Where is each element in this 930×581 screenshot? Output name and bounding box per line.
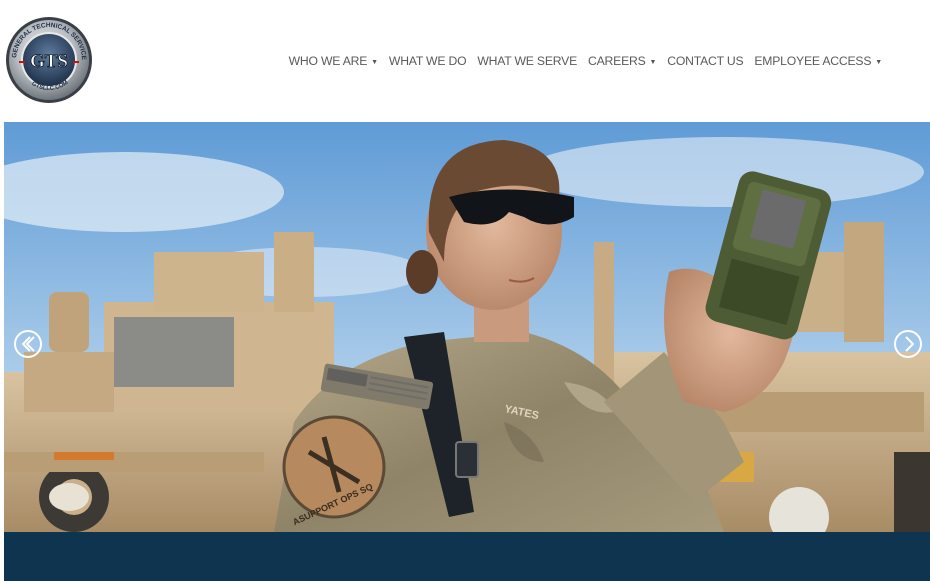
nav-what-we-do[interactable]: WHAT WE DO: [388, 54, 467, 68]
gts-logo[interactable]: GENERAL TECHNICAL SERVICES, LLC GTSLLC.C…: [5, 16, 93, 104]
prev-slide-button[interactable]: [13, 329, 43, 359]
caret-down-icon: ▼: [649, 59, 657, 66]
nav-what-we-serve[interactable]: WHAT WE SERVE: [477, 54, 577, 68]
nav-who-we-are-label: WHO WE ARE: [288, 54, 368, 68]
chevron-left-circle-icon: [14, 330, 42, 358]
nav-what-we-serve-label: WHAT WE SERVE: [477, 54, 578, 68]
logo-center-text: GTS: [30, 51, 68, 72]
nav-who-we-are[interactable]: WHO WE ARE ▼: [288, 54, 379, 68]
hero-slider[interactable]: ASUPPORT OPS SQ YATES: [4, 122, 930, 532]
chevron-right-circle-icon: [894, 330, 922, 358]
nav-what-we-do-label: WHAT WE DO: [388, 54, 467, 68]
caret-down-icon: ▼: [371, 59, 378, 66]
nav-employee-access[interactable]: EMPLOYEE ACCESS ▼: [754, 54, 882, 68]
footer-band: [4, 532, 930, 581]
nav-contact-us-label: CONTACT US: [667, 54, 744, 68]
main-nav: WHO WE ARE ▼ WHAT WE DO WHAT WE SERVE CAR…: [288, 54, 883, 68]
nav-careers-label: CAREERS: [588, 54, 646, 68]
nav-employee-access-label: EMPLOYEE ACCESS: [754, 54, 872, 68]
hero-image: ASUPPORT OPS SQ YATES: [4, 122, 930, 532]
caret-down-icon: ▼: [875, 59, 882, 66]
nav-contact-us[interactable]: CONTACT US: [667, 54, 743, 68]
nav-careers[interactable]: CAREERS ▼: [588, 54, 656, 68]
site-header: GENERAL TECHNICAL SERVICES, LLC GTSLLC.C…: [0, 0, 930, 122]
next-slide-button[interactable]: [893, 329, 923, 359]
